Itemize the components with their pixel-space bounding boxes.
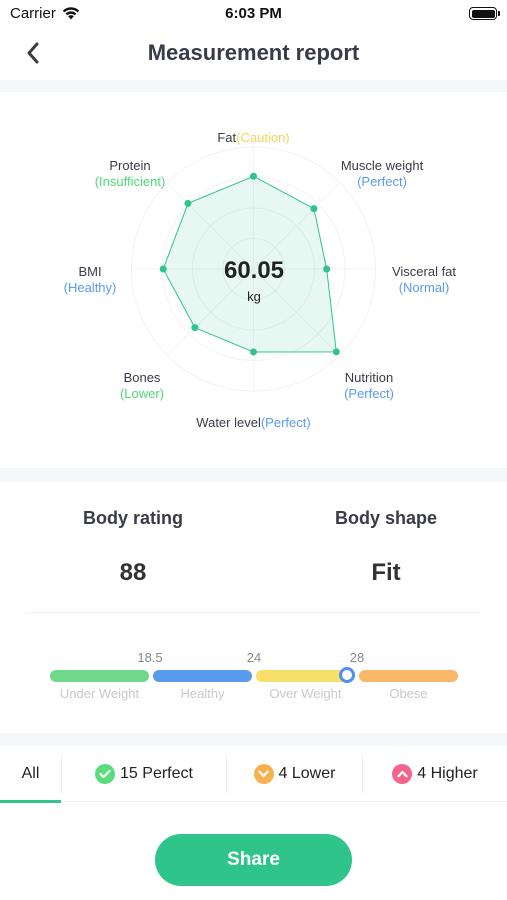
body-weight-value: 60.05	[223, 257, 285, 284]
page-title: Measurement report	[147, 40, 360, 65]
divider	[26, 612, 481, 613]
radar-point-water-level	[250, 348, 257, 356]
section-divider	[0, 733, 507, 746]
body-shape-card: Body shape Fit	[276, 508, 496, 587]
battery-icon	[469, 7, 500, 20]
radar-label-water-level: Water level(Perfect)	[196, 415, 311, 430]
filter-tabs: All 15 Perfect 4 Lower 4 Higher	[0, 746, 507, 803]
radar-label-bmi: BMI (Healthy)	[63, 264, 117, 295]
bmi-segment-healthy	[153, 670, 252, 682]
radar-label-fat: Fat(Caution)	[217, 130, 290, 145]
radar-label-bones: Bones (Lower)	[119, 370, 165, 401]
radar-label-nutrition: Nutrition (Perfect)	[344, 370, 394, 401]
radar-label-muscle-weight: Muscle weight (Perfect)	[340, 158, 424, 189]
bmi-tick: 18.5	[137, 650, 163, 665]
bmi-tick: 24	[246, 650, 262, 665]
clock: 6:03 PM	[225, 5, 282, 22]
body-rating-label: Body rating	[82, 508, 183, 528]
section-divider	[0, 468, 507, 482]
radar-point-bones	[191, 324, 199, 332]
body-weight-unit: kg	[247, 289, 261, 304]
bmi-segment-underweight	[50, 670, 149, 682]
tab-lower[interactable]: 4 Lower	[227, 746, 362, 802]
radar-point-protein	[184, 199, 192, 207]
bmi-tick: 28	[349, 650, 365, 665]
tab-all[interactable]: All	[0, 746, 61, 803]
body-rating-value: 88	[119, 559, 147, 586]
check-icon	[95, 764, 116, 784]
bmi-segment-label: Under Weight	[59, 686, 140, 701]
radar-chart-section: Fat(Caution) Muscle weight (Perfect) Visc…	[0, 92, 507, 468]
tab-higher[interactable]: 4 Higher	[363, 746, 507, 802]
radar-point-nutrition	[332, 348, 340, 356]
radar-point-fat	[250, 172, 257, 180]
body-shape-value: Fit	[371, 559, 401, 586]
bmi-segment-label: Obese	[389, 686, 428, 701]
bmi-scale: 18.5 24 28 Under Weight Healthy Over Wei…	[50, 648, 458, 708]
nav-bar: Measurement report	[0, 28, 507, 80]
tab-label: 4 Lower	[278, 765, 336, 782]
tab-label: All	[21, 765, 40, 782]
status-bar: Carrier 6:03 PM	[0, 0, 507, 28]
chevron-down-icon	[253, 764, 274, 784]
radar-label-visceral-fat: Visceral fat (Normal)	[391, 264, 457, 295]
chevron-up-icon	[392, 764, 413, 784]
body-rating-card: Body rating 88	[23, 508, 243, 587]
radar-point-muscle-weight	[310, 205, 318, 213]
tab-label: 4 Higher	[417, 765, 478, 782]
bmi-segment-label: Over Weight	[269, 686, 342, 701]
tab-label: 15 Perfect	[120, 765, 193, 782]
radar-point-bmi	[159, 265, 167, 273]
body-shape-label: Body shape	[334, 508, 438, 528]
bmi-marker	[338, 667, 355, 683]
share-button[interactable]: Share	[155, 834, 352, 886]
section-divider	[0, 80, 507, 92]
bmi-segment-label: Healthy	[180, 686, 225, 701]
radar-point-visceral-fat	[323, 265, 331, 273]
ratings-section: Body rating 88 Body shape Fit 18.5 24 28…	[0, 488, 507, 733]
bmi-segment-obese	[359, 670, 458, 682]
radar-label-protein: Protein (Insufficient)	[94, 158, 166, 189]
tab-perfect[interactable]: 15 Perfect	[62, 746, 226, 802]
